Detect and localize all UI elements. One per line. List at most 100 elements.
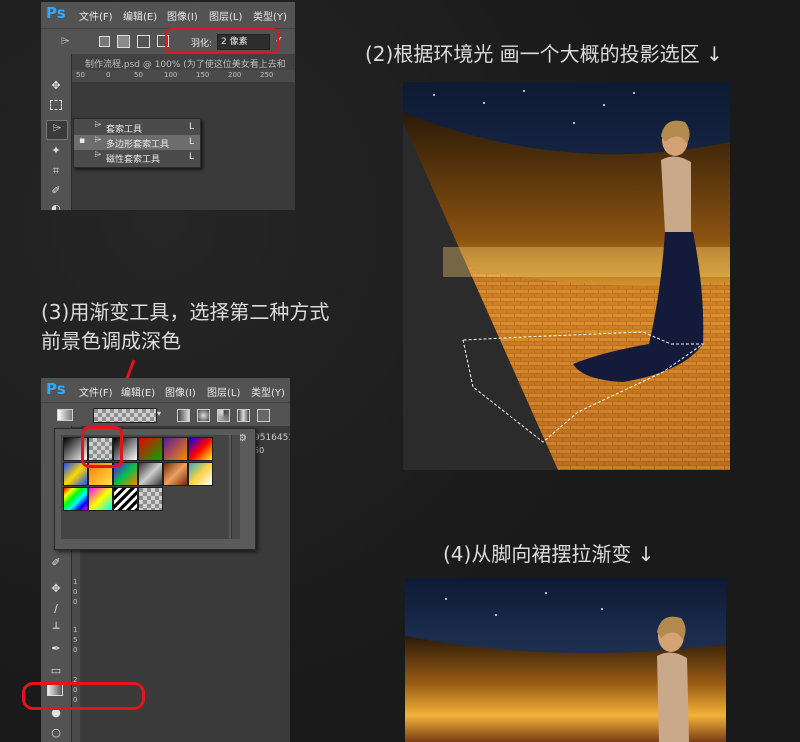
add-selection-icon[interactable] [117, 35, 130, 48]
vertical-ruler: 1 0 0 1 5 0 2 0 0 [72, 546, 80, 742]
gradient-swatch-violet-orange[interactable] [163, 437, 188, 461]
flyout-item-lasso[interactable]: ⌲ 套索工具 L [74, 120, 200, 135]
menu-file[interactable]: 文件(F) [79, 8, 113, 23]
eyedropper-icon[interactable]: ✐ [48, 556, 64, 570]
gradient-swatch-transparent-stripes[interactable] [138, 487, 163, 511]
angle-gradient-icon[interactable] [217, 409, 230, 422]
ruler-mark: 1 [73, 578, 78, 586]
star [495, 614, 497, 616]
photo-gradient-step [405, 578, 726, 742]
menu-image[interactable]: 图像(I) [165, 384, 196, 399]
eyedropper-icon[interactable]: ✐ [48, 184, 64, 198]
step3-caption-line2: 前景色调成深色 [41, 329, 181, 353]
diamond-gradient-icon[interactable] [257, 409, 270, 422]
document-tab-fragment[interactable]: 9516451 [254, 433, 290, 443]
menu-layer[interactable]: 图层(L) [209, 8, 242, 23]
step3-caption-line1: (3)用渐变工具，选择第二种方式 [41, 300, 330, 324]
gradient-swatch-chrome[interactable] [188, 462, 213, 486]
photo-selection-step [403, 82, 730, 470]
ruler-mark: 150 [196, 71, 210, 79]
flyout-item-magnetic-lasso[interactable]: ⌲ 磁性套索工具 L [74, 150, 200, 165]
flyout-item-shortcut: L [188, 137, 194, 147]
lasso-icon: ⌲ [94, 120, 102, 130]
linear-gradient-icon[interactable] [177, 409, 190, 422]
menu-bar: Ps 文件(F) 编辑(E) 图像(I) 图层(L) 类型(Y) [41, 2, 295, 28]
photo-composite [405, 616, 726, 742]
move-tool-icon[interactable]: ✥ [48, 79, 64, 93]
brush-tool-icon[interactable]: ◐ [48, 202, 64, 210]
menu-layer[interactable]: 图层(L) [207, 384, 240, 399]
star [445, 598, 447, 600]
clone-stamp-icon[interactable]: ┴ [48, 622, 64, 636]
gradient-swatch-blue-red-yellow[interactable] [188, 437, 213, 461]
ruler-mark: 0 [106, 71, 111, 79]
flyout-item-label: 磁性套索工具 [106, 155, 161, 165]
star [573, 122, 575, 124]
ruler-mark: 0 [73, 598, 78, 606]
new-selection-icon[interactable] [99, 36, 110, 47]
woman-torso [657, 652, 689, 742]
eraser-icon[interactable]: ▭ [48, 664, 64, 678]
gradient-tool-highlight-box [22, 682, 145, 710]
step2-caption: (2)根据环境光 画一个大概的投影选区 ↓ [365, 42, 723, 66]
woman-torso [661, 156, 691, 232]
gradient-swatch-stripes[interactable] [113, 487, 138, 511]
flyout-item-shortcut: L [188, 122, 194, 132]
menu-edit[interactable]: 编辑(E) [121, 384, 155, 399]
ps-logo: Ps [46, 4, 66, 22]
polygonal-lasso-icon: ⌲ [94, 135, 102, 145]
star [433, 94, 435, 96]
gradient-swatch-steel[interactable] [138, 462, 163, 486]
gradient-swatch-copper[interactable] [163, 462, 188, 486]
picker-scrollbar[interactable] [231, 435, 240, 539]
gradient-preview[interactable] [93, 408, 157, 423]
menu-type[interactable]: 类型(Y) [251, 384, 285, 399]
brush-tool-icon[interactable]: ∕ [48, 602, 64, 616]
magnetic-lasso-icon: ⌲ [94, 150, 102, 160]
step4-caption: (4)从脚向裙摆拉渐变 ↓ [443, 542, 655, 566]
ruler-mark: 0 [73, 588, 78, 596]
star [523, 90, 525, 92]
lasso-preset-icon[interactable]: ⌲ [61, 34, 70, 48]
subtract-selection-icon[interactable] [137, 35, 150, 48]
photo-composite [403, 112, 730, 470]
radial-gradient-icon[interactable] [197, 409, 210, 422]
ruler-mark: 5 [73, 636, 78, 644]
star [603, 104, 605, 106]
flyout-item-label: 套索工具 [106, 125, 143, 135]
flyout-item-polygonal-lasso[interactable]: ▪ ⌲ 多边形套索工具 L [74, 135, 200, 150]
menu-type[interactable]: 类型(Y) [253, 8, 287, 23]
ps-logo: Ps [46, 380, 66, 398]
magic-wand-icon[interactable]: ✦ [48, 144, 64, 158]
gradient-swatch-transparent-rainbow[interactable] [88, 487, 113, 511]
history-brush-icon[interactable]: ✒ [48, 642, 64, 656]
crop-tool-icon[interactable]: ⌗ [48, 164, 64, 178]
ruler-mark: 1 [73, 626, 78, 634]
ruler-mark: 50 [134, 71, 143, 79]
star [483, 102, 485, 104]
marquee-tool-icon[interactable] [48, 100, 64, 114]
flyout-item-label: 多边形套索工具 [106, 140, 170, 150]
reflected-gradient-icon[interactable] [237, 409, 250, 422]
ruler-mark: 0 [73, 646, 78, 654]
gradient-preset-icon[interactable] [57, 409, 73, 421]
flyout-item-shortcut: L [188, 152, 194, 162]
star [633, 92, 635, 94]
gradient-swatch-red-green[interactable] [138, 437, 163, 461]
gradient-dropdown-icon[interactable]: ▾ [157, 409, 161, 418]
menu-file[interactable]: 文件(F) [79, 384, 113, 399]
menu-image[interactable]: 图像(I) [167, 8, 198, 23]
lasso-tool-icon[interactable]: ⌲ [46, 120, 68, 140]
star [545, 592, 547, 594]
document-tab[interactable]: 制作流程.psd @ 100% (为了使这位美女看上去和 [85, 57, 286, 70]
menu-bar: Ps 文件(F) 编辑(E) 图像(I) 图层(L) 类型(Y) [41, 378, 290, 402]
selected-bullet-icon: ▪ [79, 136, 86, 146]
menu-edit[interactable]: 编辑(E) [123, 8, 157, 23]
gradient-swatch-spectrum[interactable] [63, 487, 88, 511]
lasso-flyout-menu: ⌲ 套索工具 L ▪ ⌲ 多边形套索工具 L ⌲ 磁性套索工具 L [73, 118, 201, 168]
ruler-mark: 200 [228, 71, 242, 79]
dodge-tool-icon[interactable]: ○ [48, 726, 64, 740]
healing-brush-icon[interactable]: ✥ [48, 582, 64, 596]
horizontal-ruler: 50 0 50 100 150 200 250 [72, 70, 295, 82]
document-tab-row: 制作流程.psd @ 100% (为了使这位美女看上去和 [41, 54, 295, 70]
